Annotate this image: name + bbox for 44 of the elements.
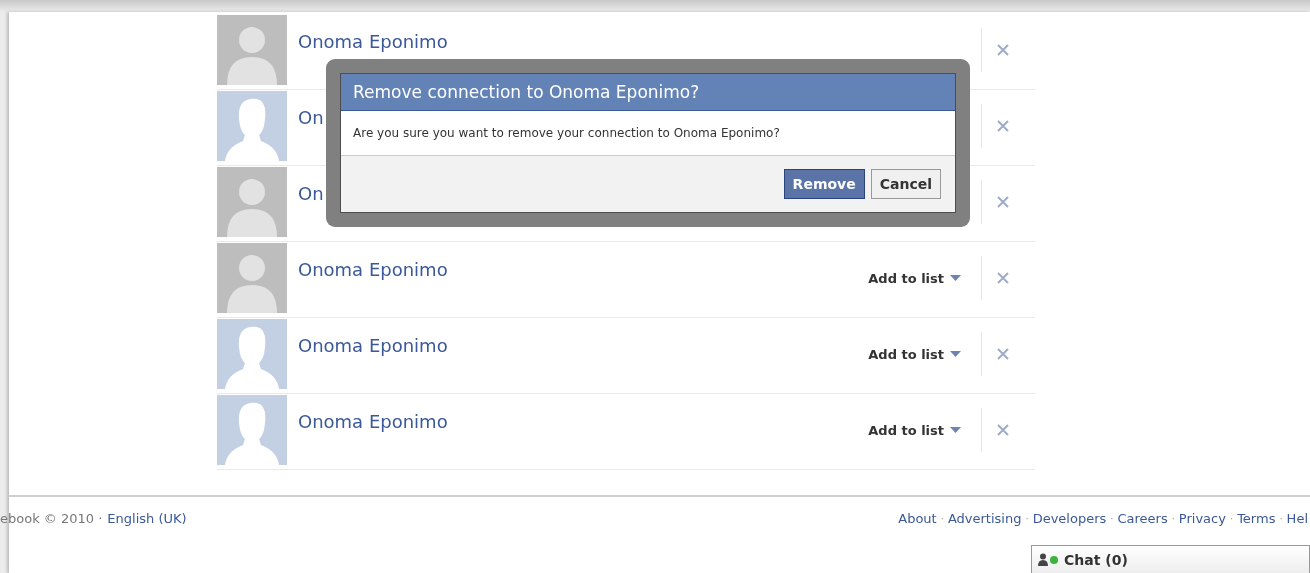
caret-icon — [950, 427, 961, 433]
profile-name-link[interactable]: Onoma Eponimo — [298, 31, 448, 52]
language-link[interactable]: English (UK) — [107, 511, 187, 526]
profile-name-link[interactable]: Onoma Eponimo — [298, 259, 448, 280]
copyright-text: ebook © 2010 · — [0, 511, 103, 526]
avatar-silhouette — [217, 319, 287, 389]
add-to-list-button[interactable]: Add to list — [868, 346, 981, 362]
close-icon[interactable] — [997, 196, 1009, 208]
chat-bar[interactable]: Chat (0) — [1031, 545, 1310, 573]
add-to-list-button[interactable]: Add to list — [868, 270, 981, 286]
profile-name-link[interactable]: Onoma Eponimo — [298, 411, 448, 432]
close-icon[interactable] — [997, 272, 1009, 284]
footer-link[interactable]: Advertising — [947, 511, 1022, 526]
profile-name-link[interactable]: Onoma Eponimo — [298, 335, 448, 356]
avatar-silhouette — [217, 91, 287, 161]
caret-icon — [950, 275, 961, 281]
close-icon[interactable] — [997, 424, 1009, 436]
chat-label: Chat (0) — [1064, 551, 1128, 568]
caret-icon — [950, 351, 961, 357]
footer-link[interactable]: About — [898, 511, 937, 526]
profile-name-link[interactable]: On — [298, 107, 324, 128]
close-icon[interactable] — [997, 44, 1009, 56]
cancel-button[interactable]: Cancel — [870, 169, 941, 199]
footer-link[interactable]: Developers — [1032, 511, 1107, 526]
avatar-placeholder — [217, 15, 287, 85]
close-icon[interactable] — [997, 120, 1009, 132]
separator-dot: · — [1279, 513, 1283, 524]
profile-name-link[interactable]: On — [298, 183, 324, 204]
add-to-list-button[interactable]: Add to list — [868, 422, 981, 438]
footer-link[interactable]: Hel — [1286, 511, 1308, 526]
separator-dot: · — [1025, 513, 1029, 524]
remove-button[interactable]: Remove — [783, 169, 865, 199]
separator-dot: · — [940, 513, 944, 524]
person-icon — [1038, 553, 1048, 566]
dialog-title: Remove connection to Onoma Eponimo? — [341, 74, 955, 111]
footer-link[interactable]: Careers — [1117, 511, 1168, 526]
online-dot-icon — [1050, 555, 1058, 564]
footer-link[interactable]: Privacy — [1178, 511, 1226, 526]
separator-dot: · — [1229, 513, 1234, 524]
avatar-silhouette — [217, 395, 287, 465]
footer-link[interactable]: Terms — [1237, 511, 1276, 526]
close-icon[interactable] — [997, 348, 1009, 360]
separator-dot: · — [1171, 513, 1175, 524]
separator-dot: · — [1110, 513, 1114, 524]
